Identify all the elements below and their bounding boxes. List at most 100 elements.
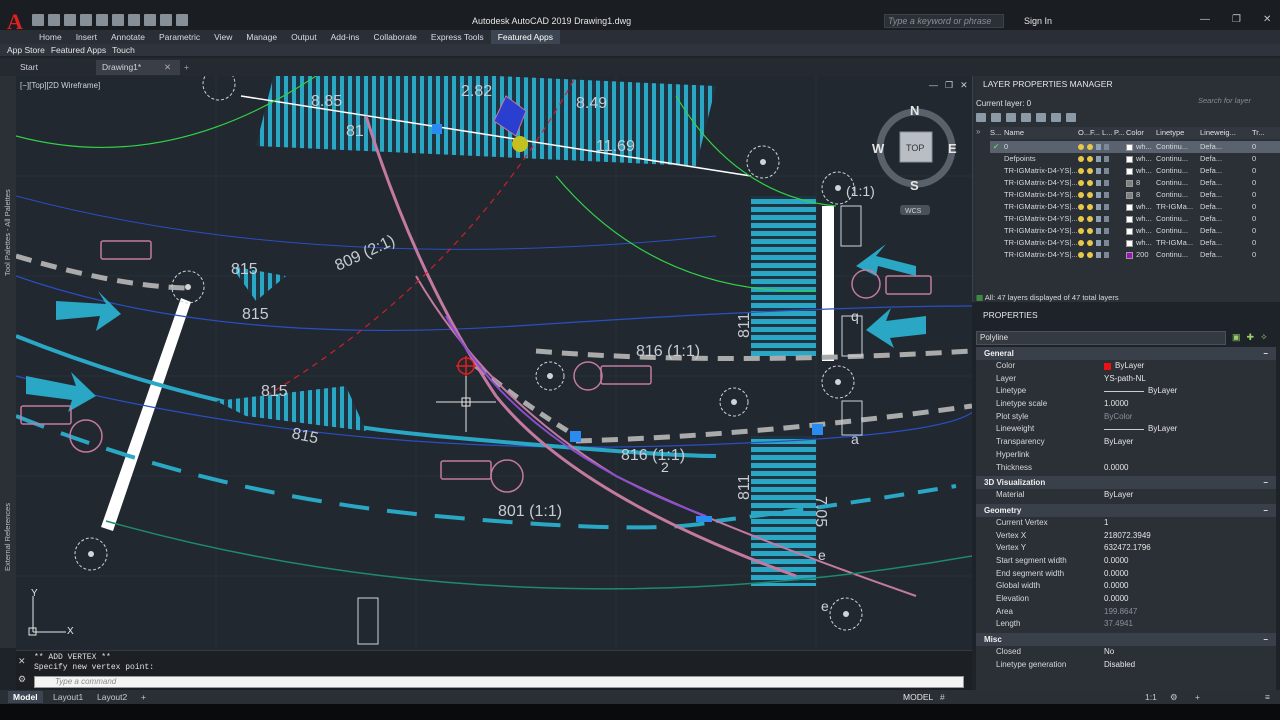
new-property-filter-icon[interactable] — [976, 113, 986, 122]
collapse-icon[interactable]: – — [1264, 347, 1268, 360]
delete-layer-icon[interactable] — [1051, 113, 1061, 122]
property-value[interactable]: YS-path-NL — [1104, 373, 1146, 386]
layer-linetype[interactable]: Continu... — [1156, 249, 1200, 261]
menu-icon[interactable]: ≡ — [1260, 691, 1275, 703]
tab-layout2[interactable]: Layout2 — [92, 691, 132, 703]
layer-lineweight[interactable]: Defa... — [1200, 165, 1252, 177]
property-row[interactable]: Linetype ByLayer — [976, 385, 1276, 398]
layer-name[interactable]: TR-IGMatrix-D4-YS|... — [990, 213, 1078, 225]
layer-linetype[interactable]: Continu... — [1156, 141, 1200, 153]
sign-in-button[interactable]: Sign In — [1024, 16, 1052, 26]
freeze-icon[interactable] — [1087, 240, 1093, 246]
property-section-header[interactable]: General – — [976, 347, 1276, 360]
freeze-icon[interactable] — [1087, 180, 1093, 186]
layer-row[interactable]: TR-IGMatrix-D4-YS|... wh... Continu... Defa… — [990, 213, 1280, 225]
layer-lineweight[interactable]: Defa... — [1200, 225, 1252, 237]
grid-icon[interactable]: # — [935, 691, 950, 703]
plot-icon[interactable] — [1104, 144, 1109, 150]
layer-row[interactable]: TR-IGMatrix-D4-YS|... 8 Continu... Defa... 0 — [990, 177, 1280, 189]
on-off-icon[interactable] — [1078, 180, 1084, 186]
close-tab-icon[interactable]: ✕ — [164, 60, 176, 75]
layer-lineweight[interactable]: Defa... — [1200, 249, 1252, 261]
lock-icon[interactable] — [1096, 252, 1101, 258]
tab-manage[interactable]: Manage — [239, 30, 284, 44]
annotation-scale[interactable]: 1:1 — [1140, 691, 1162, 703]
tab-home[interactable]: Home — [32, 30, 69, 44]
lock-icon[interactable] — [1096, 144, 1101, 150]
property-row[interactable]: Lineweight ByLayer — [976, 423, 1276, 436]
layer-transparency[interactable]: 0 — [1252, 165, 1270, 177]
on-off-icon[interactable] — [1078, 228, 1084, 234]
viewport-minimize-icon[interactable]: — — [929, 80, 938, 91]
layer-name[interactable]: TR-IGMatrix-D4-YS|... — [990, 201, 1078, 213]
col-on[interactable]: O... — [1078, 127, 1090, 139]
redo-icon[interactable] — [160, 14, 172, 26]
grip[interactable] — [812, 424, 823, 435]
property-value[interactable]: ByLayer — [1104, 436, 1133, 449]
property-value[interactable]: 199.8647 — [1104, 606, 1137, 619]
layer-lineweight[interactable]: Defa... — [1200, 237, 1252, 249]
add-layout-icon[interactable]: + — [136, 691, 151, 703]
layer-row[interactable]: TR-IGMatrix-D4-YS|... wh... TR-IGMa... Defa… — [990, 237, 1280, 249]
lock-icon[interactable] — [1096, 240, 1101, 246]
layer-name[interactable]: 0 — [990, 141, 1078, 153]
layer-name[interactable]: TR-IGMatrix-D4-YS|... — [990, 249, 1078, 261]
tab-model[interactable]: Model — [8, 691, 43, 703]
plot-icon[interactable] — [1104, 192, 1109, 198]
layer-lineweight[interactable]: Defa... — [1200, 153, 1252, 165]
layer-linetype[interactable]: Continu... — [1156, 213, 1200, 225]
layer-linetype[interactable]: Continu... — [1156, 153, 1200, 165]
layer-transparency[interactable]: 0 — [1252, 201, 1270, 213]
freeze-icon[interactable] — [1087, 228, 1093, 234]
layer-row[interactable]: TR-IGMatrix-D4-YS|... wh... Continu... Defa… — [990, 165, 1280, 177]
property-section-header[interactable]: Misc – — [976, 633, 1276, 647]
freeze-icon[interactable] — [1087, 204, 1093, 210]
layer-linetype[interactable]: Continu... — [1156, 165, 1200, 177]
layer-lineweight[interactable]: Defa... — [1200, 177, 1252, 189]
touch-button[interactable]: Touch — [109, 44, 138, 56]
property-row[interactable]: Thickness 0.0000 — [976, 462, 1276, 475]
tab-add-ins[interactable]: Add-ins — [324, 30, 367, 44]
open-file-icon[interactable] — [48, 14, 60, 26]
layer-name[interactable]: Defpoints — [990, 153, 1078, 165]
object-type-select[interactable]: Polyline — [976, 331, 1226, 345]
property-row[interactable]: Vertex X 218072.3949 — [976, 530, 1276, 543]
layer-name[interactable]: TR-IGMatrix-D4-YS|... — [990, 177, 1078, 189]
layer-name[interactable]: TR-IGMatrix-D4-YS|... — [990, 165, 1078, 177]
property-row[interactable]: End segment width 0.0000 — [976, 568, 1276, 581]
layer-row[interactable]: TR-IGMatrix-D4-YS|... wh... Continu... Defa… — [990, 225, 1280, 237]
layer-transparency[interactable]: 0 — [1252, 189, 1270, 201]
property-value[interactable]: 0.0000 — [1104, 555, 1128, 568]
plot-icon[interactable] — [1104, 156, 1109, 162]
save-web-icon[interactable] — [112, 14, 124, 26]
layer-transparency[interactable]: 0 — [1252, 225, 1270, 237]
property-value[interactable]: 1.0000 — [1104, 398, 1128, 411]
property-value[interactable]: 0.0000 — [1104, 462, 1128, 475]
freeze-icon[interactable] — [1087, 216, 1093, 222]
customize-command-icon[interactable]: ⚙ — [18, 674, 26, 685]
property-section-header[interactable]: 3D Visualization – — [976, 476, 1276, 490]
close-icon[interactable]: ✕ — [1263, 14, 1271, 25]
property-row[interactable]: Closed No — [976, 646, 1276, 659]
layer-transparency[interactable]: 0 — [1252, 141, 1270, 153]
minimize-icon[interactable]: — — [1200, 14, 1210, 25]
on-off-icon[interactable] — [1078, 168, 1084, 174]
property-section-header[interactable]: Geometry – — [976, 503, 1276, 517]
property-value[interactable]: 1 — [1104, 517, 1108, 530]
on-off-icon[interactable] — [1078, 204, 1084, 210]
viewport-close-icon[interactable]: ✕ — [960, 80, 968, 91]
col-freeze[interactable]: F... — [1090, 127, 1102, 139]
tab-layout1[interactable]: Layout1 — [48, 691, 88, 703]
new-tab-icon[interactable]: + — [184, 60, 196, 75]
layer-linetype[interactable]: Continu... — [1156, 177, 1200, 189]
layer-transparency[interactable]: 0 — [1252, 213, 1270, 225]
property-row[interactable]: Global width 0.0000 — [976, 580, 1276, 593]
col-transparency[interactable]: Tr... — [1252, 127, 1270, 139]
property-value[interactable]: 0.0000 — [1104, 568, 1128, 581]
property-value[interactable]: Disabled — [1104, 659, 1135, 672]
layer-transparency[interactable]: 0 — [1252, 177, 1270, 189]
collapse-icon[interactable]: – — [1264, 504, 1268, 517]
property-value[interactable]: ByLayer — [1115, 360, 1144, 373]
new-layer-icon[interactable] — [1021, 113, 1031, 122]
freeze-icon[interactable] — [1087, 192, 1093, 198]
